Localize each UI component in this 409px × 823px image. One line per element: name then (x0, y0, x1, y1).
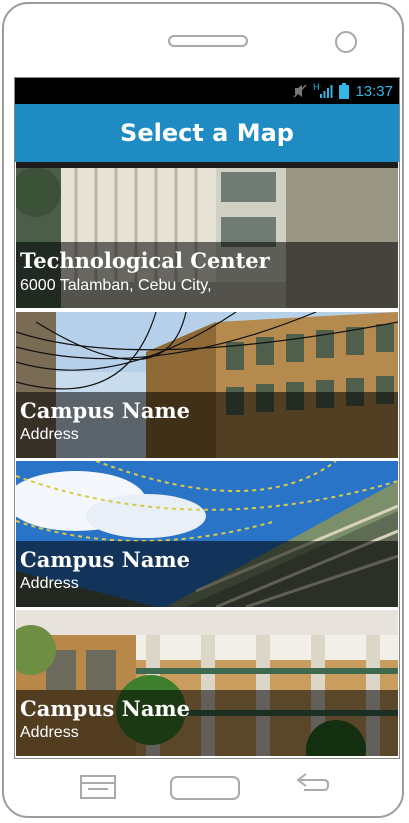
page-title: Select a Map (120, 119, 294, 147)
mute-icon (293, 84, 307, 98)
phone-camera (335, 31, 357, 53)
card-overlay: Technological Center 6000 Talamban, Cebu… (16, 242, 398, 308)
campus-address: 6000 Talamban, Cebu City, (20, 277, 212, 294)
campus-card[interactable]: Campus Name Address (16, 312, 398, 459)
card-overlay: Campus Name Address (16, 392, 398, 458)
campus-address: Address (20, 426, 79, 443)
signal-icon (320, 85, 333, 98)
home-icon[interactable] (170, 776, 240, 800)
campus-card[interactable]: Campus Name Address (16, 610, 398, 757)
card-overlay: Campus Name Address (16, 541, 398, 607)
phone-screen: H 13:37 Select a Map Technological Cente… (14, 77, 400, 759)
battery-icon (339, 83, 350, 99)
phone-speaker (168, 35, 248, 47)
campus-name: Campus Name (20, 398, 191, 423)
campus-name: Technological Center (20, 248, 270, 273)
campus-address: Address (20, 575, 79, 592)
back-icon[interactable] (294, 772, 330, 798)
card-overlay: Campus Name Address (16, 690, 398, 756)
phone-frame: H 13:37 Select a Map Technological Cente… (2, 2, 404, 818)
campus-name: Campus Name (20, 696, 191, 721)
app-header: Select a Map (15, 104, 399, 162)
status-bar: H 13:37 (15, 78, 399, 104)
status-time: 13:37 (355, 82, 393, 100)
campus-address: Address (20, 724, 79, 741)
campus-name: Campus Name (20, 547, 191, 572)
campus-card[interactable]: Technological Center 6000 Talamban, Cebu… (16, 162, 398, 309)
menu-icon[interactable] (80, 775, 116, 799)
campus-card[interactable]: Campus Name Address (16, 461, 398, 608)
